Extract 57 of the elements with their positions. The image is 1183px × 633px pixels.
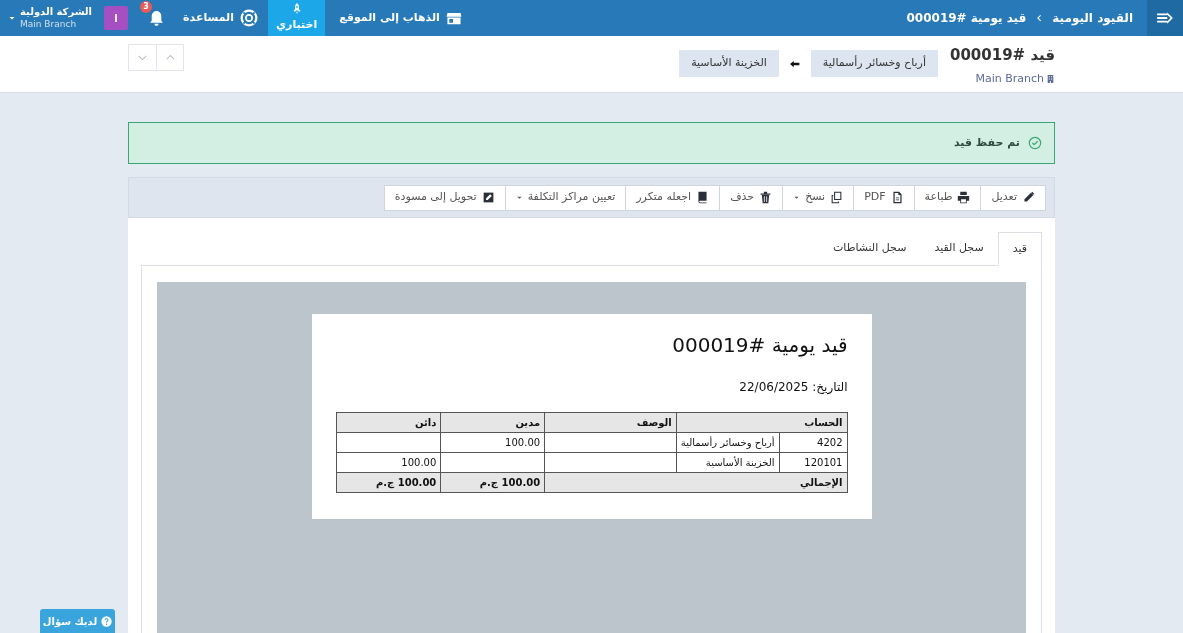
company-name: الشركة الدولية (20, 6, 93, 18)
tab[interactable]: سجل القيد (920, 232, 998, 265)
toolbar-button[interactable]: حذف (719, 184, 784, 211)
breadcrumb-link[interactable]: القيود اليومية (1052, 9, 1133, 27)
table-cell: 100.00 ج.م (336, 472, 441, 493)
toolbar-button[interactable]: تعديل (980, 184, 1046, 211)
document-date: التاريخ: 22/06/2025 (738, 379, 848, 396)
table-cell: أرباح وخسائر رأسمالية (676, 432, 780, 453)
page-heading: قيد #000019 (949, 45, 1055, 66)
tab[interactable]: قيد (997, 232, 1042, 266)
total-label: الإجمالي (544, 472, 847, 493)
help-link[interactable]: المساعدة (173, 9, 268, 27)
table-cell: الخزينة الأساسية (676, 452, 780, 473)
alert-message: تم حفظ قيد (953, 134, 1020, 151)
building-icon (1046, 73, 1055, 84)
page-title: قيد يومية #000019 (906, 10, 1027, 27)
toolbar-button[interactable]: تعيين مراكز التكلفة (504, 184, 627, 211)
column-header: دائن (336, 412, 441, 433)
bell-icon (148, 9, 166, 27)
book-icon (696, 191, 710, 204)
toolbar-button[interactable]: PDF (853, 184, 915, 211)
question-icon (101, 615, 113, 627)
check-circle-icon (1028, 136, 1042, 150)
user-avatar[interactable]: ا (104, 6, 129, 30)
toolbar-button[interactable]: نسخ (782, 184, 855, 211)
next-button[interactable] (128, 44, 156, 71)
copy-icon (830, 191, 844, 204)
column-header: مدين (440, 412, 545, 433)
column-header: الحساب (676, 412, 847, 433)
toolbar-button[interactable]: طباعة (913, 184, 982, 211)
trash-icon (759, 191, 773, 204)
table-cell: 100.00 (440, 432, 545, 453)
document-title: قيد يومية #000019 (671, 332, 848, 359)
toolbar-button[interactable]: تحويل إلى مسودة (383, 184, 506, 211)
file-icon (890, 191, 904, 204)
notification-badge: 3 (140, 0, 153, 13)
printer-icon (957, 191, 971, 204)
pencil-icon (1022, 191, 1035, 204)
caret-icon (8, 14, 16, 22)
edit-icon (481, 191, 495, 204)
column-header: الوصف (544, 412, 677, 433)
arrow-icon (788, 58, 801, 69)
account-tag: أرباح وخسائر رأسمالية (810, 50, 938, 77)
previous-button[interactable] (156, 44, 184, 71)
table-cell: 100.00 (336, 452, 441, 473)
table-cell: 4202 (779, 432, 847, 453)
branch-name: Main Branch (20, 18, 77, 30)
tab[interactable]: سجل النشاطات (818, 232, 921, 265)
table-cell: 100.00 ج.م (440, 472, 545, 493)
nav-link[interactable]: الذهاب إلى الموقع (325, 0, 476, 36)
account-tag: الخزينة الأساسية (679, 50, 779, 77)
table-cell: 120101 (779, 452, 847, 473)
toolbar-button[interactable]: اجعله متكرر (625, 184, 721, 211)
store-icon (445, 10, 462, 26)
lifebuoy-icon (240, 9, 258, 27)
branch-label: Main Branch (975, 70, 1044, 87)
sidebar-toggle[interactable] (1147, 0, 1183, 36)
